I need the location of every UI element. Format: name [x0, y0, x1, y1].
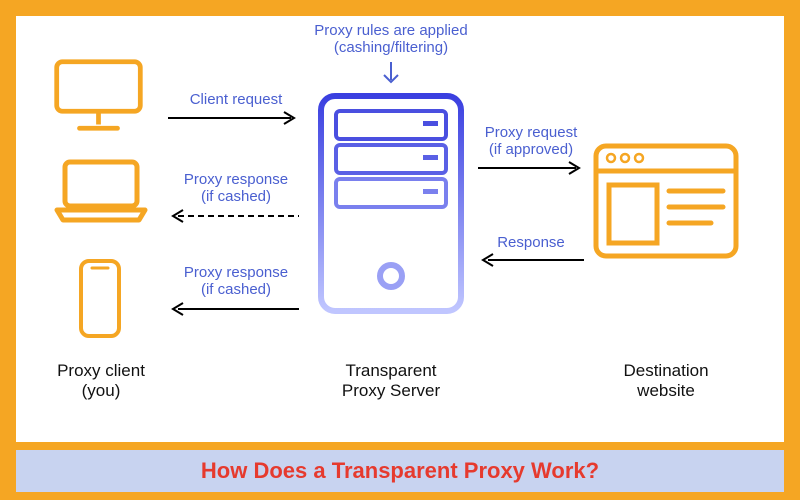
bottom-server-label: TransparentProxy Server: [326, 361, 456, 400]
bottom-client-label: Proxy client(you): [36, 361, 166, 400]
arrow-response: [476, 250, 586, 270]
browser-icon: [591, 141, 741, 261]
page-title: How Does a Transparent Proxy Work?: [201, 458, 599, 483]
laptop-icon: [51, 156, 151, 226]
client-request-label: Client request: [171, 91, 301, 108]
arrow-client-request: [166, 108, 301, 128]
arrow-proxy-request: [476, 158, 586, 178]
phone-icon: [76, 256, 124, 341]
title-bar: How Does a Transparent Proxy Work?: [16, 450, 784, 492]
arrow-proxy-response-dashed: [166, 206, 301, 226]
response-label: Response: [486, 234, 576, 251]
bottom-dest-label: Destinationwebsite: [601, 361, 731, 400]
diagram-canvas: Proxy rules are applied(cashing/filterin…: [16, 16, 784, 442]
proxy-response-label: Proxy response(if cashed): [171, 171, 301, 206]
rules-label: Proxy rules are applied(cashing/filterin…: [286, 22, 496, 57]
server-icon: [316, 91, 466, 316]
arrow-down-icon: [376, 60, 406, 88]
proxy-response2-label: Proxy response(if cashed): [171, 264, 301, 299]
proxy-request-label: Proxy request(if approved): [476, 124, 586, 159]
monitor-icon: [51, 56, 146, 136]
arrow-proxy-response2: [166, 299, 301, 319]
